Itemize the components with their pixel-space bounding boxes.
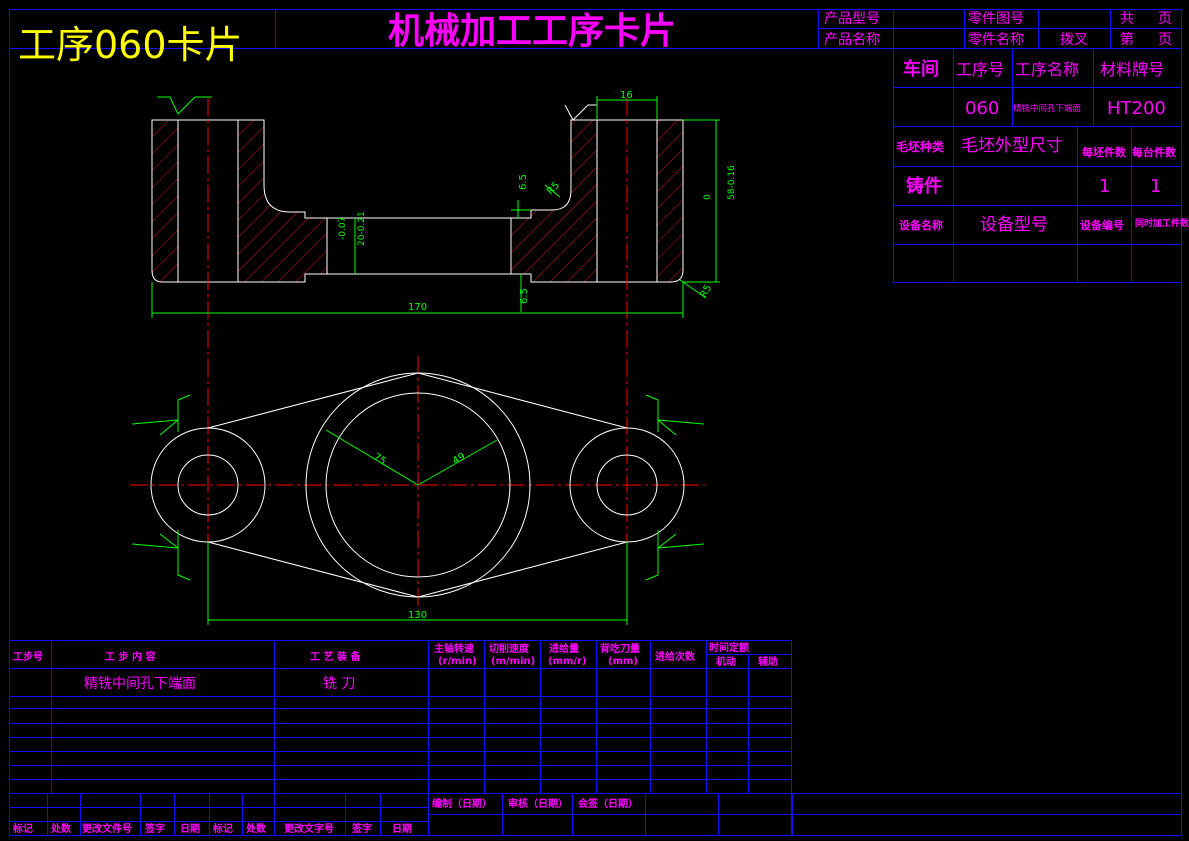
clamp-mark-br bbox=[645, 530, 705, 581]
dim-tol-left-1: -0.07 bbox=[338, 217, 348, 240]
sheet-label: 第 bbox=[1120, 31, 1134, 48]
dim-tol-right-2: 58-0.16 bbox=[727, 165, 737, 200]
left-lug-hatch-a bbox=[152, 120, 178, 282]
dim-r5-bottom: R5 bbox=[698, 283, 714, 300]
equipment-label: 工 艺 装 备 bbox=[310, 650, 361, 663]
feed-label: 进给量 bbox=[549, 642, 579, 655]
footer-col-3: 签字 bbox=[144, 822, 165, 835]
process-card-sheet: 工序060卡片 机械加工工序卡片 产品型号 产品名称 零件图号 零件名称 拨叉 … bbox=[9, 9, 1189, 836]
section-view: 16 R5 6.5 -0.07 20-0.21 0 58-0.16 R5 170… bbox=[151, 90, 737, 620]
dim-16: 16 bbox=[620, 90, 633, 101]
per-blank-label: 每坯件数 bbox=[1082, 145, 1127, 159]
blank-type-label: 毛坯种类 bbox=[896, 139, 945, 154]
right-lug-hatch-a bbox=[657, 120, 683, 282]
header: 工序060卡片 机械加工工序卡片 产品型号 产品名称 零件图号 零件名称 拨叉 … bbox=[9, 9, 1182, 67]
machine-time-label: 机动 bbox=[716, 655, 736, 668]
row1-tool: 铣 刀 bbox=[323, 676, 355, 692]
workshop-label: 车间 bbox=[903, 58, 939, 80]
per-unit-value: 1 bbox=[1150, 176, 1161, 197]
surface-finish-mark-left bbox=[157, 96, 212, 115]
depth-unit: (mm) bbox=[608, 656, 638, 667]
steps-table: 工步号 工 步 内 容 工 艺 装 备 主轴转速 (r/min) 切削速度 (m… bbox=[9, 640, 1182, 836]
card-title: 机械加工工序卡片 bbox=[388, 11, 676, 52]
row1-content: 精铣中间孔下端面 bbox=[84, 676, 196, 692]
footer-col-2: 更改文件号 bbox=[82, 822, 132, 835]
part-drawing-no-label: 零件图号 bbox=[968, 11, 1024, 27]
left-web-hatch bbox=[264, 120, 327, 282]
info-block: 车间 工序号 工序名称 材料牌号 060 精铣中间孔下端面 HT200 毛坯种类… bbox=[893, 48, 1189, 283]
footer-col-1: 处数 bbox=[50, 822, 72, 835]
footer-col-6: 处数 bbox=[245, 822, 267, 835]
surface-finish-mark-right bbox=[564, 104, 597, 121]
left-lug-hatch-b bbox=[238, 120, 264, 282]
spindle-speed-label: 主轴转速 bbox=[434, 642, 474, 655]
footer-col-8: 签字 bbox=[351, 822, 372, 835]
product-model-label: 产品型号 bbox=[824, 11, 880, 27]
op-name-label: 工序名称 bbox=[1015, 60, 1079, 79]
blank-type-value: 铸件 bbox=[906, 175, 942, 197]
part-name-value: 拨叉 bbox=[1060, 32, 1088, 48]
sign-label: 会签（日期） bbox=[578, 797, 638, 810]
simul-label-text: 同时加工件数 bbox=[1135, 217, 1189, 229]
right-lug-hatch-b bbox=[571, 120, 597, 282]
clamp-mark-bl bbox=[131, 530, 191, 581]
clamp-mark-tl bbox=[131, 394, 191, 436]
compile-label: 编制（日期） bbox=[432, 797, 492, 810]
blank-size-label: 毛坯外型尺寸 bbox=[961, 136, 1063, 156]
per-blank-value: 1 bbox=[1099, 176, 1110, 197]
material-value: HT200 bbox=[1107, 98, 1166, 119]
spindle-speed-unit: (r/min) bbox=[438, 656, 477, 667]
review-label: 审核（日期） bbox=[508, 797, 568, 810]
total-label: 共 bbox=[1120, 11, 1134, 27]
footer-col-9: 日期 bbox=[392, 822, 412, 835]
right-web-hatch bbox=[511, 120, 571, 282]
per-unit-label: 每台件数 bbox=[1132, 145, 1177, 159]
footer-col-7: 更改文字号 bbox=[284, 822, 334, 835]
clamp-mark-tr bbox=[645, 394, 705, 436]
dim-130: 130 bbox=[408, 610, 427, 621]
material-label: 材料牌号 bbox=[1100, 60, 1164, 79]
part-name-label: 零件名称 bbox=[968, 32, 1024, 48]
sheet-page-label: 页 bbox=[1158, 32, 1172, 48]
dim-tol-left-2: 20-0.21 bbox=[357, 211, 367, 246]
op-no-label: 工序号 bbox=[956, 60, 1004, 79]
product-name-label: 产品名称 bbox=[824, 32, 880, 48]
equip-model-label: 设备型号 bbox=[980, 215, 1048, 235]
footer-col-4: 日期 bbox=[180, 822, 200, 835]
depth-label: 背吃刀量 bbox=[600, 642, 640, 655]
footer-col-5: 标记 bbox=[212, 822, 233, 835]
step-content-label: 工 步 内 容 bbox=[105, 650, 155, 663]
op-name-value: 精铣中间孔下端面 bbox=[1013, 103, 1082, 114]
cut-speed-unit: (m/min) bbox=[491, 656, 535, 667]
dim-tol-right-1: 0 bbox=[703, 194, 713, 200]
page-label: 页 bbox=[1158, 11, 1172, 27]
simul-label: 同时加工件数 bbox=[1135, 217, 1189, 229]
plan-view: 75 49 130 bbox=[130, 372, 705, 625]
cut-speed-label: 切削速度 bbox=[489, 642, 530, 655]
dim-170: 170 bbox=[408, 302, 427, 313]
aux-time-label: 辅助 bbox=[758, 655, 778, 668]
dim-6-5-top: 6.5 bbox=[518, 174, 529, 190]
passes-label: 进给次数 bbox=[655, 650, 696, 663]
equip-name-label: 设备名称 bbox=[899, 218, 943, 232]
step-no-label: 工步号 bbox=[13, 650, 43, 663]
section-outline bbox=[151, 119, 684, 283]
equip-no-label: 设备编号 bbox=[1080, 218, 1124, 232]
process-title: 工序060卡片 bbox=[18, 23, 243, 67]
footer-col-0: 标记 bbox=[12, 822, 33, 835]
time-label: 时间定额 bbox=[709, 641, 749, 654]
dim-r5-top: R5 bbox=[545, 180, 562, 197]
dim-6-5-bottom: 6.5 bbox=[519, 288, 530, 304]
op-no-value: 060 bbox=[965, 98, 999, 119]
feed-unit: (mm/r) bbox=[548, 656, 587, 667]
